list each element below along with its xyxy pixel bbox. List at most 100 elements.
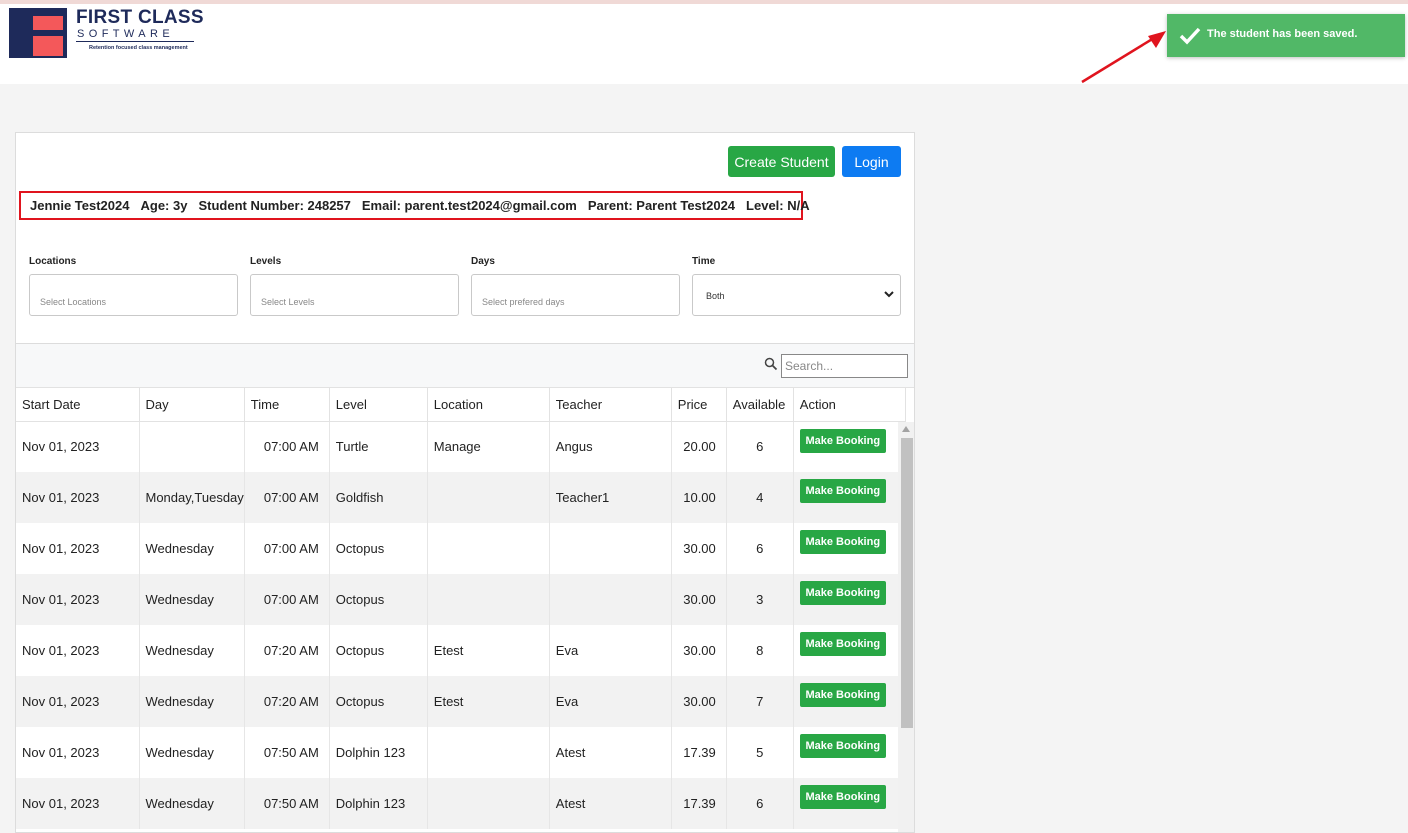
cell-action: Make Booking bbox=[793, 472, 906, 523]
cell-level: Turtle bbox=[329, 421, 428, 472]
brand-sub: SOFTWARE bbox=[77, 28, 175, 40]
cell-level: Octopus bbox=[329, 625, 428, 676]
col-price[interactable]: Price bbox=[671, 388, 727, 422]
cell-location: Etest bbox=[427, 676, 550, 727]
cell-teacher: Atest bbox=[549, 727, 672, 778]
col-available[interactable]: Available bbox=[726, 388, 794, 422]
cell-time: 07:20 AM bbox=[244, 676, 330, 727]
cell-start-date: Nov 01, 2023 bbox=[16, 574, 140, 625]
make-booking-button[interactable]: Make Booking bbox=[799, 683, 886, 707]
cell-teacher: Eva bbox=[549, 676, 672, 727]
cell-available: 6 bbox=[726, 523, 794, 574]
brand-name: FIRST CLASS bbox=[76, 7, 204, 28]
cell-available: 7 bbox=[726, 676, 794, 727]
cell-level: Dolphin 123 bbox=[329, 778, 428, 829]
cell-available: 8 bbox=[726, 625, 794, 676]
cell-action: Make Booking bbox=[793, 574, 906, 625]
create-student-button[interactable]: Create Student bbox=[728, 146, 835, 177]
days-select[interactable]: Select prefered days bbox=[471, 274, 680, 316]
table-row: Nov 01, 2023 Wednesday 07:50 AM Dolphin 123… bbox=[16, 778, 906, 829]
table-scrollbar[interactable] bbox=[898, 422, 914, 832]
cell-time: 07:20 AM bbox=[244, 625, 330, 676]
time-select-value: Both bbox=[706, 291, 725, 301]
logo-mark-icon bbox=[9, 8, 67, 58]
col-location[interactable]: Location bbox=[427, 388, 550, 422]
cell-action: Make Booking bbox=[793, 523, 906, 574]
make-booking-button[interactable]: Make Booking bbox=[799, 632, 886, 656]
cell-time: 07:00 AM bbox=[244, 574, 330, 625]
cell-price: 30.00 bbox=[671, 676, 727, 727]
cell-start-date: Nov 01, 2023 bbox=[16, 523, 140, 574]
scroll-thumb[interactable] bbox=[901, 438, 913, 728]
make-booking-button[interactable]: Make Booking bbox=[799, 530, 886, 554]
checkmark-icon bbox=[1179, 27, 1201, 45]
cell-level: Goldfish bbox=[329, 472, 428, 523]
brand-logo[interactable]: FIRST CLASS SOFTWARE Retention focused c… bbox=[9, 7, 209, 60]
locations-placeholder: Select Locations bbox=[40, 297, 107, 307]
cell-time: 07:00 AM bbox=[244, 472, 330, 523]
col-action: Action bbox=[793, 388, 906, 422]
locations-label: Locations bbox=[29, 256, 77, 267]
cell-available: 6 bbox=[726, 421, 794, 472]
cell-time: 07:00 AM bbox=[244, 421, 330, 472]
cell-location bbox=[427, 472, 550, 523]
cell-available: 4 bbox=[726, 472, 794, 523]
cell-day bbox=[139, 421, 245, 472]
cell-available: 5 bbox=[726, 727, 794, 778]
cell-teacher: Eva bbox=[549, 625, 672, 676]
make-booking-button[interactable]: Make Booking bbox=[799, 785, 886, 809]
cell-action: Make Booking bbox=[793, 676, 906, 727]
cell-teacher bbox=[549, 523, 672, 574]
login-button[interactable]: Login bbox=[842, 146, 901, 177]
col-time[interactable]: Time bbox=[244, 388, 330, 422]
cell-location bbox=[427, 778, 550, 829]
cell-start-date: Nov 01, 2023 bbox=[16, 472, 140, 523]
cell-start-date: Nov 01, 2023 bbox=[16, 778, 140, 829]
cell-available: 6 bbox=[726, 778, 794, 829]
search-input[interactable] bbox=[781, 354, 908, 378]
cell-time: 07:00 AM bbox=[244, 523, 330, 574]
col-teacher[interactable]: Teacher bbox=[549, 388, 672, 422]
table-row: Nov 01, 2023 Wednesday 07:00 AM Octopus 30.0… bbox=[16, 523, 906, 574]
cell-location bbox=[427, 523, 550, 574]
locations-select[interactable]: Select Locations bbox=[29, 274, 238, 316]
cell-teacher: Angus bbox=[549, 421, 672, 472]
make-booking-button[interactable]: Make Booking bbox=[799, 428, 886, 453]
student-age: Age: 3y bbox=[140, 198, 188, 213]
table-toolbar bbox=[16, 344, 914, 388]
cell-price: 20.00 bbox=[671, 421, 727, 472]
cell-start-date: Nov 01, 2023 bbox=[16, 727, 140, 778]
cell-start-date: Nov 01, 2023 bbox=[16, 676, 140, 727]
cell-day: Wednesday bbox=[139, 523, 245, 574]
cell-location: Etest bbox=[427, 625, 550, 676]
cell-action: Make Booking bbox=[793, 625, 906, 676]
student-level: Level: N/A bbox=[746, 198, 810, 213]
col-day[interactable]: Day bbox=[139, 388, 245, 422]
cell-available: 3 bbox=[726, 574, 794, 625]
levels-select[interactable]: Select Levels bbox=[250, 274, 459, 316]
cell-day: Monday,Tuesday bbox=[139, 472, 245, 523]
col-start-date[interactable]: Start Date bbox=[16, 388, 140, 422]
cell-teacher: Atest bbox=[549, 778, 672, 829]
cell-time: 07:50 AM bbox=[244, 727, 330, 778]
table-row: Nov 01, 2023 Wednesday 07:50 AM Dolphin 123… bbox=[16, 727, 906, 778]
make-booking-button[interactable]: Make Booking bbox=[799, 479, 886, 503]
cell-action: Make Booking bbox=[793, 727, 906, 778]
cell-start-date: Nov 01, 2023 bbox=[16, 421, 140, 472]
make-booking-button[interactable]: Make Booking bbox=[799, 581, 886, 605]
student-info-bar: Jennie Test2024 Age: 3y Student Number: … bbox=[19, 191, 810, 220]
table-row: Nov 01, 2023 07:00 AM Turtle Manage Angus 20.… bbox=[16, 421, 906, 472]
cell-day: Wednesday bbox=[139, 727, 245, 778]
success-toast[interactable]: The student has been saved. bbox=[1167, 14, 1405, 57]
annotation-arrow-icon bbox=[1081, 31, 1166, 84]
toast-message: The student has been saved. bbox=[1207, 28, 1358, 40]
col-level[interactable]: Level bbox=[329, 388, 428, 422]
cell-day: Wednesday bbox=[139, 625, 245, 676]
chevron-down-icon bbox=[884, 291, 894, 298]
levels-label: Levels bbox=[250, 256, 282, 267]
scroll-up-icon[interactable] bbox=[902, 426, 910, 432]
time-select[interactable]: Both bbox=[692, 274, 901, 316]
make-booking-button[interactable]: Make Booking bbox=[799, 734, 886, 758]
student-parent: Parent: Parent Test2024 bbox=[587, 198, 736, 213]
days-label: Days bbox=[471, 256, 495, 267]
